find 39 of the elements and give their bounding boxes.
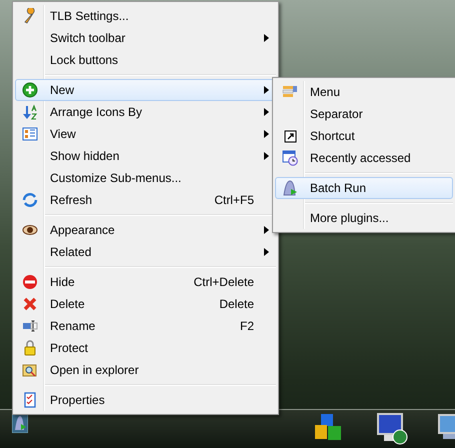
refresh-icon: [22, 192, 38, 208]
menu-item[interactable]: Menu: [275, 81, 453, 103]
menu-item[interactable]: Recently accessed: [275, 147, 453, 169]
play-rocket-icon[interactable]: [12, 413, 28, 433]
plus-icon: [22, 82, 38, 98]
folder-search-icon: [22, 362, 38, 378]
menu-item[interactable]: Related: [15, 241, 276, 263]
menu-item[interactable]: TLB Settings...: [15, 5, 276, 27]
menu-item[interactable]: Hide Ctrl+Delete: [15, 271, 276, 293]
eye-icon: [22, 222, 38, 238]
rename-icon: [22, 318, 38, 334]
menu-item[interactable]: Batch Run: [275, 177, 453, 199]
menu-item[interactable]: Delete Delete: [15, 293, 276, 315]
sort-icon: [22, 104, 38, 120]
menu-item[interactable]: View: [15, 123, 276, 145]
menu-item[interactable]: Refresh Ctrl+F5: [15, 189, 276, 211]
monitor-icon[interactable]: [376, 413, 410, 445]
menu-item[interactable]: Arrange Icons By: [15, 101, 276, 123]
menu-item[interactable]: Show hidden: [15, 145, 276, 167]
x-icon: [22, 296, 38, 312]
no-entry-icon: [22, 274, 38, 290]
menu-item[interactable]: Properties: [15, 389, 276, 411]
menu-item[interactable]: Rename F2: [15, 315, 276, 337]
menu-item[interactable]: Open in explorer: [15, 359, 276, 381]
menu-item[interactable]: More plugins...: [275, 207, 453, 229]
clock-window-icon: [282, 150, 298, 166]
menu-icon: [282, 84, 298, 100]
shortcut-icon: [282, 128, 298, 144]
menu-item[interactable]: Lock buttons: [15, 49, 276, 71]
menu-item[interactable]: Customize Sub-menus...: [15, 167, 276, 189]
menu-item[interactable]: Appearance: [15, 219, 276, 241]
columns-icon: [22, 126, 38, 142]
menu-item[interactable]: Shortcut: [275, 125, 453, 147]
play-rocket-icon: [282, 180, 298, 196]
menu-item[interactable]: Switch toolbar: [15, 27, 276, 49]
padlock-icon: [22, 340, 38, 356]
checklist-icon: [22, 392, 38, 408]
menu-item[interactable]: Protect: [15, 337, 276, 359]
menu-item[interactable]: Separator: [275, 103, 453, 125]
